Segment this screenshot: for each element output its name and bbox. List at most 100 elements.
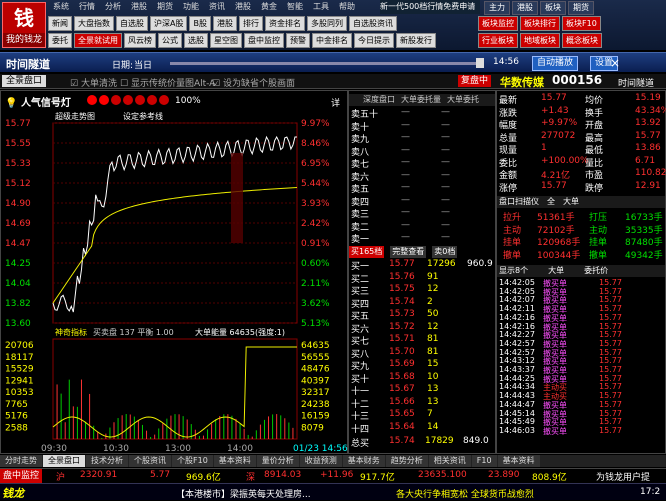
- bottom-tab[interactable]: F10: [471, 455, 497, 467]
- toolbar-button[interactable]: 排行: [238, 16, 263, 31]
- bottom-tab[interactable]: 基本财务: [342, 455, 385, 467]
- menu-item[interactable]: 帮助: [334, 0, 360, 14]
- bottom-tab[interactable]: 收益预测: [299, 455, 342, 467]
- sell-dash: —: [401, 157, 410, 167]
- toolbar-button[interactable]: 港股: [212, 16, 237, 31]
- toolbar-button[interactable]: 板块F10: [562, 16, 601, 31]
- detail-button[interactable]: 详: [331, 96, 340, 109]
- depth-tab[interactable]: 大单委托量: [401, 94, 441, 106]
- auto-play-button[interactable]: 自动播放: [532, 56, 579, 71]
- menu-item[interactable]: 系统: [48, 0, 74, 14]
- date-value[interactable]: 当日: [134, 58, 152, 71]
- ticker-item-2[interactable]: 各大央行争相宽松 全球货币战愈烈: [396, 487, 534, 500]
- close-icon[interactable]: ×: [610, 56, 620, 70]
- bottom-tab[interactable]: 全景盘口: [43, 455, 85, 467]
- sell-row: 卖一 — —: [351, 232, 495, 245]
- toolbar-button[interactable]: 全景就试用: [74, 33, 122, 48]
- toolbar-button[interactable]: 中金排名: [312, 33, 352, 48]
- view-bar: 全景盘口 ☑ 大单清洗 ☐ 显示传统价量图Alt-A ☑ 设为缺省个股画面 复盘…: [0, 73, 666, 89]
- toolbar-button[interactable]: 风云榜: [124, 33, 156, 48]
- bottom-tab[interactable]: 基本资料: [213, 455, 256, 467]
- monitor-button[interactable]: 盘中监控: [0, 469, 43, 483]
- bottom-tab[interactable]: 趋势分析: [385, 455, 428, 467]
- signal-light-icon: [159, 95, 169, 105]
- toolbar-button[interactable]: 新股发行: [396, 33, 436, 48]
- quote-cell: 涨停: [499, 183, 518, 194]
- bottom-tab[interactable]: 基本资料: [497, 455, 540, 467]
- signal-light-icon: [87, 95, 97, 105]
- toolbar-button[interactable]: 沪深A股: [150, 16, 188, 31]
- flow-tab[interactable]: 大单: [561, 196, 581, 208]
- flow-tab[interactable]: 盘口扫描仪: [497, 196, 541, 208]
- toolbar-button[interactable]: 公式: [158, 33, 182, 48]
- user-tip[interactable]: 为钱龙用户提: [596, 470, 650, 483]
- menu-item[interactable]: 功能: [178, 0, 204, 14]
- chart-label-2[interactable]: 设定参考线: [123, 111, 163, 121]
- toolbar-button[interactable]: 今日提示: [354, 33, 394, 48]
- toolbar-button[interactable]: 盘中监控: [244, 33, 284, 48]
- bottom-tab[interactable]: 分时走势: [0, 455, 42, 467]
- buy-header-cell[interactable]: 完整查看: [390, 246, 427, 258]
- time-tunnel-link[interactable]: 时间隧道: [618, 76, 654, 89]
- toolbar-button[interactable]: 概念板块: [562, 33, 602, 48]
- depth-tab[interactable]: 大单委托: [447, 94, 479, 106]
- right-tab[interactable]: 期货: [568, 1, 594, 15]
- sz-change: +11.96: [320, 470, 354, 480]
- toolbar-button[interactable]: 预警: [286, 33, 310, 48]
- ticker-item-1[interactable]: 【本港楼市】梁振英每天处理房...: [176, 487, 311, 500]
- menu-item[interactable]: 港股: [126, 0, 152, 14]
- option-big-order-clean[interactable]: ☑ 大单清洗: [70, 76, 117, 89]
- buy-header-cell[interactable]: 卖0档: [432, 246, 458, 258]
- toolbar-button[interactable]: 地域板块: [520, 33, 560, 48]
- bottom-tab[interactable]: 相关资讯: [428, 455, 471, 467]
- app-logo[interactable]: 钱我的钱龙: [2, 2, 46, 48]
- option-set-default[interactable]: ☑ 设为缺省个股画面: [212, 76, 295, 89]
- toolbar-button[interactable]: 自选股资讯: [348, 16, 397, 31]
- option-traditional-chart[interactable]: ☐ 显示传统价量图Alt-A: [120, 76, 215, 89]
- flow-tab[interactable]: 全: [545, 196, 557, 208]
- toolbar-button[interactable]: 选股: [184, 33, 208, 48]
- toolbar-button[interactable]: 板块排行: [520, 16, 560, 31]
- right-tab[interactable]: 主力: [484, 1, 510, 15]
- tick-header-cell[interactable]: 大单: [538, 265, 564, 277]
- bottom-tab[interactable]: 个股资讯: [129, 455, 171, 467]
- tick-header-cell[interactable]: 显示8个: [497, 265, 528, 277]
- menu-item[interactable]: 行情: [74, 0, 100, 14]
- time-slider-handle[interactable]: [476, 58, 484, 68]
- volume-tick-right: 56555: [301, 353, 330, 363]
- toolbar-button[interactable]: 新闻: [48, 16, 72, 31]
- menu-item[interactable]: 资讯: [204, 0, 230, 14]
- menu-item[interactable]: 期货: [152, 0, 178, 14]
- tab-panorama[interactable]: 全景盘口: [2, 75, 47, 87]
- tick-time: 14:42:07: [499, 295, 535, 305]
- bottom-tab[interactable]: 量价分析: [256, 455, 299, 467]
- menu-item[interactable]: 分析: [100, 0, 126, 14]
- menu-item[interactable]: 智能: [282, 0, 308, 14]
- buy-row: 买十 15.68 10: [351, 372, 495, 385]
- buy-header-cell[interactable]: 买165档: [349, 246, 385, 258]
- tick-row: 14:44:47 撤买单 15.77: [499, 400, 665, 410]
- news-banner[interactable]: 新一代500档行情免费申请: [380, 0, 480, 14]
- menu-item[interactable]: 工具: [308, 0, 334, 14]
- toolbar-button[interactable]: 行业板块: [478, 33, 518, 48]
- chart-label-1[interactable]: 超级走势图: [55, 111, 95, 121]
- toolbar-button[interactable]: 大盘指数: [74, 16, 114, 31]
- menu-item[interactable]: 港股: [230, 0, 256, 14]
- toolbar-button[interactable]: 委托: [48, 33, 72, 48]
- toolbar-button[interactable]: 板块监控: [478, 16, 518, 31]
- toolbar-button[interactable]: 自选股: [116, 16, 148, 31]
- right-tab[interactable]: 板块: [540, 1, 566, 15]
- toolbar-button[interactable]: 星空图: [210, 33, 242, 48]
- menu-item[interactable]: 黄金: [256, 0, 282, 14]
- toolbar-button[interactable]: 资金排名: [264, 16, 305, 31]
- tick-header-cell[interactable]: 委托价: [574, 265, 608, 277]
- depth-tab[interactable]: 深度盘口: [363, 94, 395, 106]
- bottom-tab[interactable]: 个股F10: [172, 455, 213, 467]
- sell-dash: —: [441, 182, 450, 192]
- time-slider-track[interactable]: [170, 62, 480, 65]
- toolbar-button[interactable]: B股: [189, 16, 211, 31]
- quote-cell: 开盘: [585, 121, 604, 131]
- toolbar-button[interactable]: 多股同列: [306, 16, 347, 31]
- bottom-tab[interactable]: 技术分析: [86, 455, 128, 467]
- right-tab[interactable]: 港股: [512, 1, 538, 15]
